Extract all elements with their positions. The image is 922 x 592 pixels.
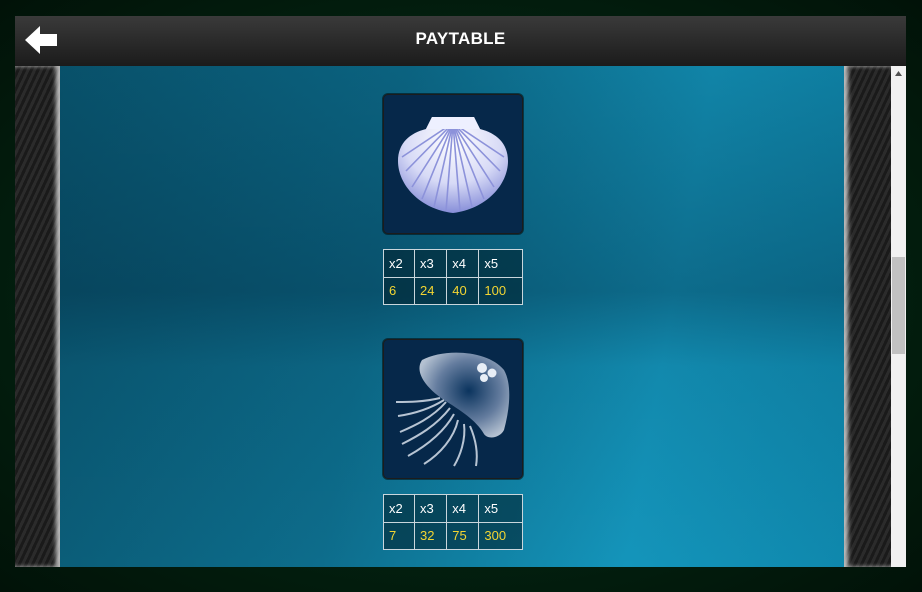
pay-table-shell: x2 x3 x4 x5 6 24 40 100 — [382, 249, 523, 305]
symbol-card-shell — [383, 94, 523, 234]
header-bar: PAYTABLE — [15, 16, 906, 67]
right-carbon-panel — [844, 66, 891, 567]
pay-header: x4 — [446, 494, 480, 523]
pay-value: 6 — [382, 276, 416, 305]
pay-value: 75 — [446, 521, 480, 550]
pay-header: x5 — [478, 494, 523, 523]
pay-value: 300 — [478, 521, 523, 550]
pay-header: x2 — [382, 494, 416, 523]
left-carbon-panel — [15, 66, 60, 567]
scallop-shell-icon — [398, 117, 508, 213]
pay-header: x3 — [414, 249, 448, 278]
pay-table-jellyfish: x2 x3 x4 x5 7 32 75 300 — [382, 494, 523, 550]
outer-frame: PAYTABLE x2 x3 x4 x5 6 24 40 100 x2 x3 x… — [0, 0, 922, 592]
scroll-up-arrow-icon[interactable] — [891, 66, 906, 81]
paytable-content[interactable]: x2 x3 x4 x5 6 24 40 100 x2 x3 x4 x5 7 32… — [60, 66, 844, 567]
pay-header: x4 — [446, 249, 480, 278]
pay-header: x3 — [414, 494, 448, 523]
jellyfish-icon — [395, 352, 510, 467]
pay-header: x2 — [382, 249, 416, 278]
pay-value: 40 — [446, 276, 480, 305]
pay-value: 100 — [478, 276, 523, 305]
pay-header: x5 — [478, 249, 523, 278]
pay-value: 32 — [414, 521, 448, 550]
pay-value: 24 — [414, 276, 448, 305]
vertical-scrollbar[interactable] — [891, 66, 906, 567]
scrollbar-thumb[interactable] — [892, 257, 905, 354]
page-title: PAYTABLE — [415, 29, 506, 48]
symbol-card-jellyfish — [383, 339, 523, 479]
pay-value: 7 — [382, 521, 416, 550]
paytable-window: PAYTABLE x2 x3 x4 x5 6 24 40 100 x2 x3 x… — [15, 16, 906, 567]
